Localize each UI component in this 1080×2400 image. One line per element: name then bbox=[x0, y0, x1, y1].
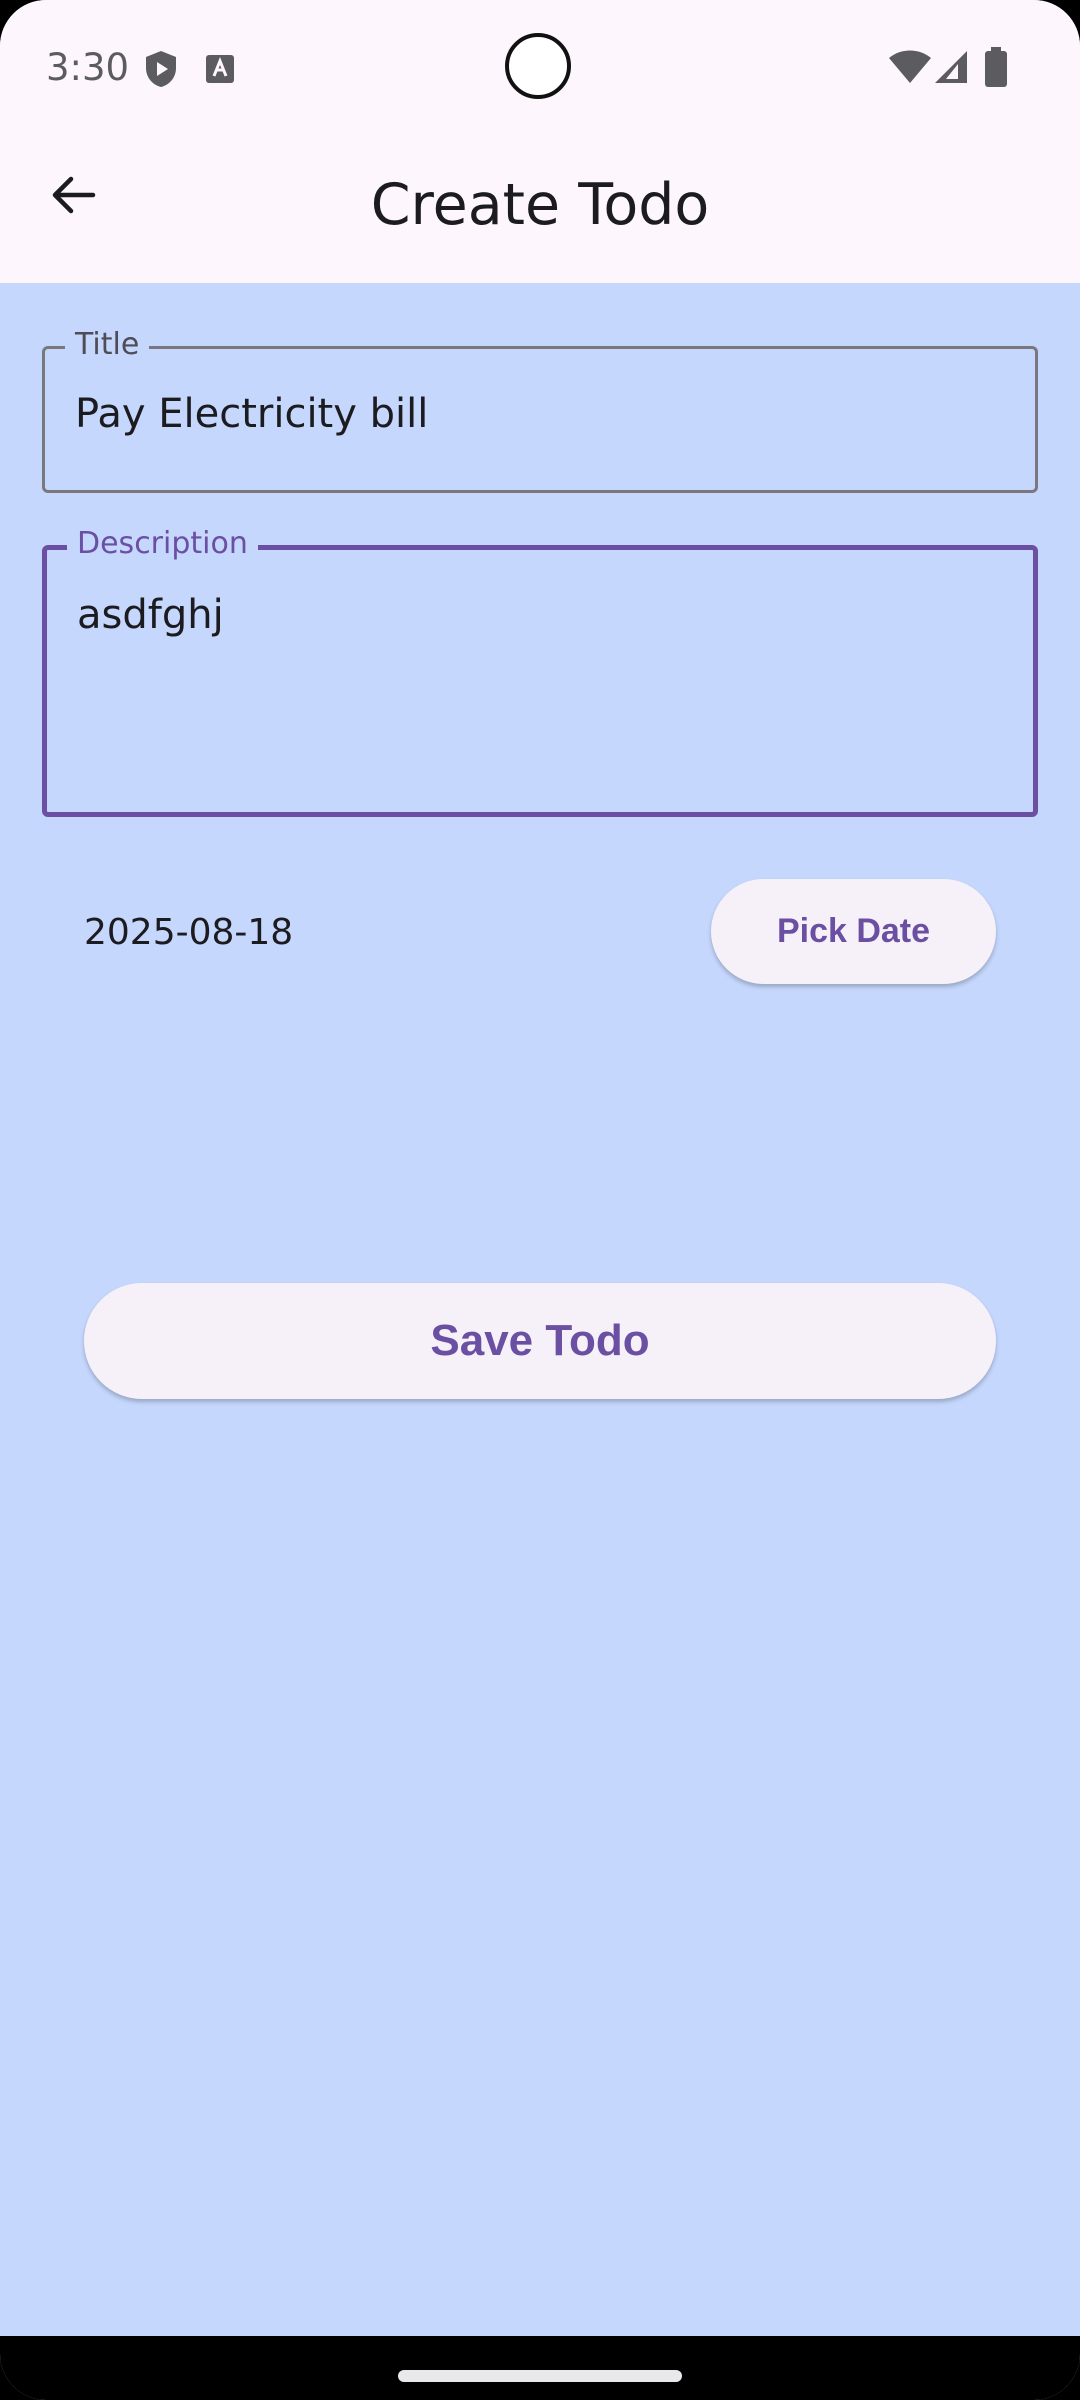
status-time: 3:30 bbox=[46, 46, 130, 89]
text-a-icon bbox=[206, 55, 234, 88]
navigation-bar bbox=[0, 2336, 1080, 2400]
title-field-label: Title bbox=[65, 325, 150, 365]
title-field[interactable]: Title Pay Electricity bill bbox=[42, 325, 1038, 493]
description-field-label: Description bbox=[67, 524, 258, 564]
pick-date-button[interactable]: Pick Date bbox=[711, 879, 996, 984]
shield-play-icon bbox=[144, 50, 178, 93]
description-field-value[interactable]: asdfghj bbox=[77, 592, 224, 638]
description-field[interactable]: Description asdfghj bbox=[42, 524, 1038, 817]
battery-icon bbox=[984, 47, 1008, 92]
page-title: Create Todo bbox=[370, 172, 710, 238]
home-indicator[interactable] bbox=[398, 2370, 682, 2382]
save-todo-button[interactable]: Save Todo bbox=[84, 1283, 996, 1399]
camera-cutout bbox=[505, 33, 571, 99]
app-bar: Create Todo bbox=[0, 136, 1080, 283]
screen: 3:30 Create Todo Title Pay Electricity b… bbox=[0, 0, 1080, 2400]
status-bar: 3:30 bbox=[0, 0, 1080, 136]
wifi-icon bbox=[889, 50, 931, 89]
selected-date: 2025-08-18 bbox=[84, 912, 294, 953]
signal-icon bbox=[934, 50, 968, 89]
title-field-value[interactable]: Pay Electricity bill bbox=[75, 391, 428, 437]
